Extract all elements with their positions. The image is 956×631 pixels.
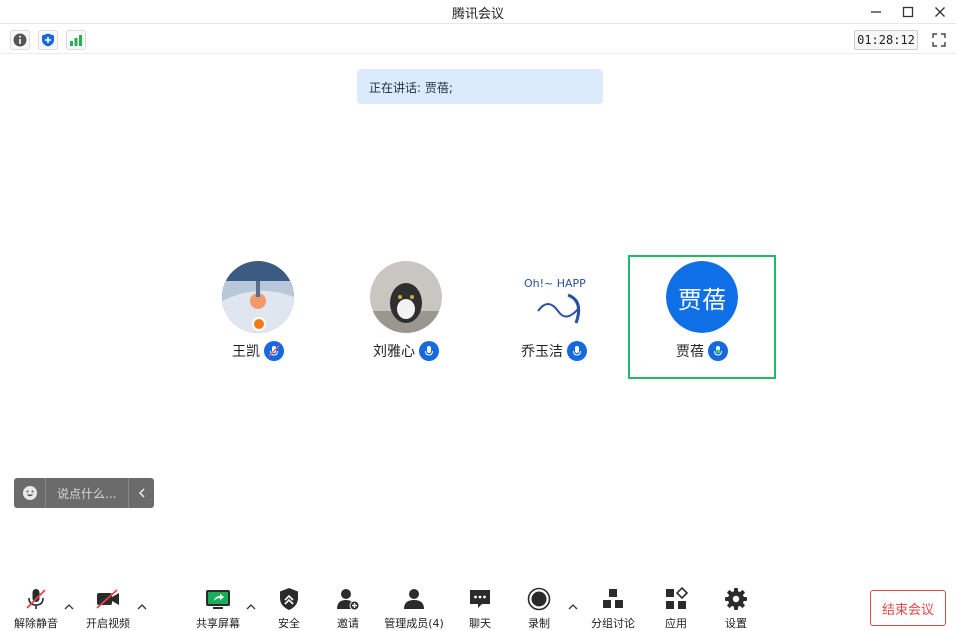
window-controls [860, 0, 956, 24]
meeting-timer: 01:28:12 [854, 30, 918, 50]
minimize-button[interactable] [860, 0, 892, 24]
network-status-button[interactable] [66, 30, 86, 50]
active-speaker-label: 正在讲话: 贾蓓; [369, 81, 453, 95]
participant-tile-active[interactable]: 贾蓓 贾蓓 [629, 255, 775, 375]
participant-tile[interactable]: Oh!~ HAPPY! 乔玉洁 [481, 255, 627, 375]
window-title: 腾讯会议 [451, 7, 504, 22]
participant-tile[interactable]: 刘雅心 [333, 255, 479, 375]
meeting-info-button[interactable] [10, 30, 30, 50]
signal-bars-icon [70, 35, 82, 46]
mic-icon [419, 341, 439, 361]
meeting-info-bar: 01:28:12 [0, 26, 956, 54]
invite-button[interactable]: 邀请 [312, 586, 384, 631]
unmute-label: 解除静音 [14, 617, 58, 630]
unmute-button[interactable]: 解除静音 [0, 586, 72, 631]
collapse-chat-button[interactable] [128, 478, 154, 508]
participant-name-row: 乔玉洁 [481, 341, 627, 361]
fullscreen-icon [932, 33, 946, 47]
chevron-left-icon [138, 488, 145, 498]
meeting-toolbar: 解除静音 开启视频 共享屏幕 安全 邀请 管理成员(4) 聊天 录制 分组讨论 … [0, 580, 956, 631]
mic-icon [567, 341, 587, 361]
participant-name-row: 贾蓓 [629, 341, 775, 361]
manage-members-label: 管理成员(4) [384, 617, 444, 630]
participant-tile[interactable]: 王凯 [185, 255, 331, 375]
add-user-icon [335, 586, 361, 612]
share-screen-label: 共享屏幕 [196, 617, 240, 630]
settings-button[interactable]: 设置 [700, 586, 772, 631]
record-button[interactable]: 录制 [503, 586, 575, 631]
breakout-icon [600, 586, 626, 612]
share-screen-icon [205, 586, 231, 612]
invite-label: 邀请 [337, 617, 359, 630]
minimize-icon [871, 11, 881, 13]
title-bar: 腾讯会议 [0, 0, 956, 24]
avatar-image-cat [370, 261, 442, 333]
avatar-image-doodle: Oh!~ HAPPY! [518, 261, 590, 333]
maximize-button[interactable] [892, 0, 924, 24]
mic-speaking-icon [708, 341, 728, 361]
settings-label: 设置 [725, 617, 747, 630]
close-button[interactable] [924, 0, 956, 24]
mic-muted-icon [264, 341, 284, 361]
manage-members-button[interactable]: 管理成员(4) [378, 586, 450, 631]
close-icon [935, 7, 945, 17]
participant-name: 贾蓓 [676, 344, 704, 360]
start-video-label: 开启视频 [86, 617, 130, 630]
start-video-button[interactable]: 开启视频 [72, 586, 144, 631]
participant-name: 乔玉洁 [521, 344, 563, 360]
chat-bubble-icon [467, 586, 493, 612]
avatar: 贾蓓 [666, 261, 738, 333]
avatar-initials: 贾蓓 [666, 261, 738, 333]
security-status-button[interactable] [38, 30, 58, 50]
chat-input-placeholder[interactable]: 说点什么... [46, 485, 128, 502]
active-speaker-banner: 正在讲话: 贾蓓; [357, 69, 603, 104]
share-screen-button[interactable]: 共享屏幕 [182, 586, 254, 631]
camera-off-icon [95, 586, 121, 612]
emoji-button[interactable] [14, 478, 46, 508]
participant-name: 王凯 [232, 344, 260, 360]
emoji-icon [22, 486, 37, 500]
record-icon [526, 586, 552, 612]
mic-muted-icon [23, 586, 49, 612]
security-label: 安全 [278, 617, 300, 630]
participant-name-row: 刘雅心 [333, 341, 479, 361]
breakout-rooms-label: 分组讨论 [591, 617, 635, 630]
participant-name: 刘雅心 [373, 344, 415, 360]
chevron-up-icon [137, 604, 147, 610]
maximize-icon [902, 6, 914, 18]
apps-label: 应用 [665, 617, 687, 630]
shield-icon [276, 586, 302, 612]
shield-icon [42, 33, 54, 47]
breakout-rooms-button[interactable]: 分组讨论 [577, 586, 649, 631]
members-icon [401, 586, 427, 612]
avatar [370, 261, 442, 333]
record-label: 录制 [528, 617, 550, 630]
host-badge-icon [252, 317, 266, 331]
quick-chat-box[interactable]: 说点什么... [14, 478, 154, 508]
chat-label: 聊天 [469, 617, 491, 630]
apps-grid-icon [663, 586, 689, 612]
fullscreen-button[interactable] [929, 30, 949, 50]
participant-name-row: 王凯 [185, 341, 331, 361]
info-icon [13, 33, 27, 47]
svg-text:Oh!~ HAPPY!: Oh!~ HAPPY! [524, 277, 590, 290]
end-meeting-button[interactable]: 结束会议 [870, 590, 946, 626]
video-options-caret[interactable] [137, 602, 147, 612]
gear-icon [723, 586, 749, 612]
avatar: Oh!~ HAPPY! [518, 261, 590, 333]
